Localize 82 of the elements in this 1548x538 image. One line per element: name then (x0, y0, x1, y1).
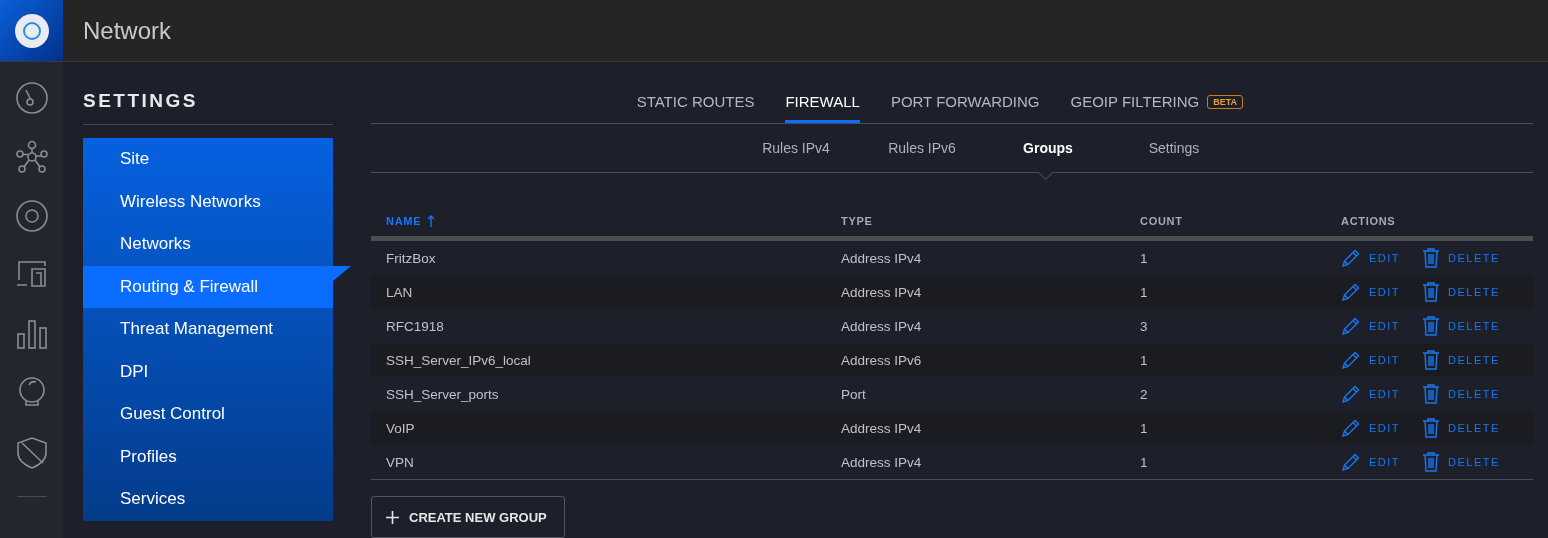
delete-button[interactable]: DELETE (1422, 384, 1500, 405)
create-group-button[interactable]: CREATE NEW GROUP (371, 496, 565, 538)
edit-button[interactable]: EDIT (1341, 282, 1422, 303)
pencil-icon (1341, 384, 1361, 405)
shield-icon[interactable] (14, 435, 49, 469)
trash-icon (1422, 248, 1440, 269)
logo-tile[interactable] (0, 0, 63, 61)
delete-button[interactable]: DELETE (1422, 248, 1500, 269)
name-cell-text: VoIP (385, 420, 416, 436)
delete-button[interactable]: DELETE (1422, 418, 1500, 439)
sidebar-item[interactable]: Services (83, 478, 333, 521)
count-cell-text: 3 (1139, 318, 1149, 334)
tab[interactable]: PORT FORWARDING (890, 93, 1040, 124)
plus-icon (386, 510, 399, 524)
column-header[interactable]: COUNT (1125, 215, 1326, 228)
sidebar-item[interactable]: Profiles (83, 435, 333, 478)
tab[interactable]: GEOIP FILTERING BETA (1070, 93, 1243, 124)
trash-icon (1422, 350, 1440, 371)
sidebar-item[interactable]: DPI (83, 350, 333, 393)
bar-chart-icon[interactable] (14, 317, 49, 351)
subtab[interactable]: Settings (1111, 124, 1237, 182)
column-header[interactable]: TYPE (826, 215, 1125, 228)
pencil-icon (1341, 248, 1361, 269)
edit-button[interactable]: EDIT (1341, 316, 1422, 337)
settings-heading: SETTINGS (83, 89, 198, 113)
tab[interactable]: STATIC ROUTES (636, 93, 755, 124)
sidebar-item[interactable]: Site (83, 138, 333, 181)
column-header[interactable]: ACTIONS (1326, 215, 1533, 228)
count-cell-text: 2 (1139, 386, 1149, 402)
delete-button[interactable]: DELETE (1422, 452, 1500, 473)
sidebar-item[interactable]: Guest Control (83, 393, 333, 436)
edit-button[interactable]: EDIT (1341, 350, 1422, 371)
type-cell-text: Address IPv4 (840, 454, 923, 470)
subtab[interactable]: Rules IPv6 (859, 124, 985, 182)
type-cell-text: Address IPv4 (840, 318, 923, 334)
subtab[interactable]: Groups (985, 124, 1111, 182)
pencil-icon (1341, 452, 1361, 473)
edit-button[interactable]: EDIT (1341, 418, 1422, 439)
target-icon[interactable] (14, 199, 49, 233)
pencil-icon (1341, 418, 1361, 439)
name-cell-text: VPN (385, 454, 415, 470)
trash-icon (1422, 316, 1440, 337)
type-cell-text: Port (840, 386, 867, 402)
gauge-icon[interactable] (14, 81, 49, 115)
pencil-icon (1341, 282, 1361, 303)
type-cell-text: Address IPv6 (840, 352, 923, 368)
name-cell-text: LAN (385, 284, 414, 300)
pencil-icon (1341, 316, 1361, 337)
trash-icon (1422, 384, 1440, 405)
count-cell-text: 1 (1139, 454, 1149, 470)
name-cell-text: SSH_Server_ports (385, 386, 500, 402)
count-cell-text: 1 (1139, 352, 1149, 368)
type-cell-text: Address IPv4 (840, 420, 923, 436)
name-cell-text: SSH_Server_IPv6_local (385, 352, 532, 368)
sidebar-item[interactable]: Threat Management (83, 308, 333, 351)
column-header[interactable]: NAME (371, 215, 826, 228)
app-title: Network (82, 16, 172, 45)
beta-badge: BETA (1207, 94, 1243, 109)
count-cell-text: 1 (1139, 420, 1149, 436)
type-cell-text: Address IPv4 (840, 250, 923, 266)
trash-icon (1422, 282, 1440, 303)
delete-button[interactable]: DELETE (1422, 282, 1500, 303)
sidebar-item[interactable]: Networks (83, 223, 333, 266)
name-cell-text: RFC1918 (385, 318, 445, 334)
sidebar-item[interactable]: Wireless Networks (83, 180, 333, 223)
subtab[interactable]: Rules IPv4 (733, 124, 859, 182)
trash-icon (1422, 418, 1440, 439)
count-cell-text: 1 (1139, 250, 1149, 266)
logo-icon (13, 12, 50, 49)
name-cell-text: FritzBox (385, 250, 437, 266)
sort-arrow-icon (427, 215, 436, 228)
count-cell-text: 1 (1139, 284, 1149, 300)
type-cell-text: Address IPv4 (840, 284, 923, 300)
edit-button[interactable]: EDIT (1341, 384, 1422, 405)
delete-button[interactable]: DELETE (1422, 350, 1500, 371)
trash-icon (1422, 452, 1440, 473)
selection-pointer (333, 265, 351, 281)
network-nodes-icon[interactable] (14, 140, 49, 174)
delete-button[interactable]: DELETE (1422, 316, 1500, 337)
edit-button[interactable]: EDIT (1341, 248, 1422, 269)
edit-button[interactable]: EDIT (1341, 452, 1422, 473)
pencil-icon (1341, 350, 1361, 371)
